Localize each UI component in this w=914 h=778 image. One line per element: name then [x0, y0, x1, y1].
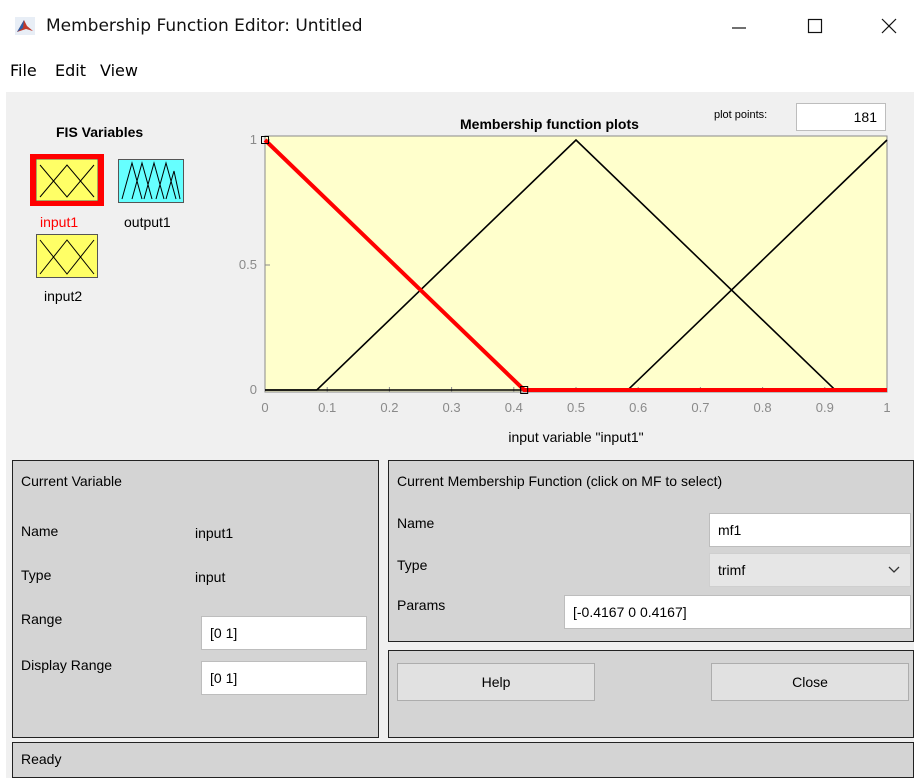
status-panel: Ready	[12, 742, 914, 778]
variable-icon-output1[interactable]	[118, 159, 184, 203]
current-variable-panel: Current Variable Name input1 Type input …	[12, 460, 379, 738]
mf-name-label: Name	[397, 515, 435, 531]
close-window-button[interactable]	[866, 8, 912, 44]
y-tick-label: 1	[250, 132, 257, 147]
x-tick-label: 0.4	[505, 400, 523, 415]
x-tick-label: 0.3	[443, 400, 461, 415]
x-tick-label: 0.2	[380, 400, 398, 415]
editor-client-area: FIS Variables input1 output1 input2 Memb…	[6, 92, 914, 778]
menu-edit[interactable]: Edit	[55, 61, 86, 80]
chevron-down-icon	[888, 566, 900, 573]
plot-title: Membership function plots	[460, 116, 639, 132]
variable-label-input2[interactable]: input2	[44, 288, 82, 304]
menu-view[interactable]: View	[100, 61, 138, 80]
plot-points-input[interactable]: 181	[796, 103, 886, 131]
range-label: Range	[21, 611, 63, 627]
variable-label-output1[interactable]: output1	[124, 214, 171, 230]
window-title: Membership Function Editor: Untitled	[46, 16, 363, 36]
mf-label-mf2[interactable]: mf2	[564, 132, 588, 133]
mf-params-input[interactable]: [-0.4167 0 0.4167]	[564, 595, 911, 629]
type-label: Type	[21, 567, 52, 583]
variable-name-value: input1	[195, 525, 234, 541]
x-tick-label: 0.6	[629, 400, 647, 415]
minimize-icon	[732, 27, 746, 29]
mf-type-select[interactable]: trimf	[709, 553, 911, 587]
variable-type-value: input	[195, 569, 226, 585]
fis-variables-heading: FIS Variables	[56, 124, 144, 140]
input-mf-icon	[36, 159, 98, 201]
variable-icon-input1[interactable]	[30, 154, 104, 206]
display-range-input[interactable]: [0 1]	[201, 661, 367, 695]
x-tick-label: 0.9	[816, 400, 834, 415]
variable-label-input1[interactable]: input1	[40, 214, 78, 230]
variable-icon-input2[interactable]	[36, 234, 98, 278]
input-mf-icon	[36, 234, 98, 278]
output-mf-icon	[118, 159, 184, 203]
maximize-icon	[807, 18, 823, 34]
mf-type-value: trimf	[718, 562, 746, 578]
menu-file[interactable]: File	[10, 61, 37, 80]
current-mf-heading: Current Membership Function (click on MF…	[397, 473, 723, 489]
close-icon	[881, 18, 897, 34]
x-tick-label: 1	[883, 400, 890, 415]
maximize-button[interactable]	[792, 8, 838, 44]
x-tick-label: 0.1	[318, 400, 336, 415]
display-range-label: Display Range	[21, 657, 113, 673]
mf-type-label: Type	[397, 557, 428, 573]
mf-params-label: Params	[397, 597, 446, 613]
x-tick-label: 0.5	[567, 400, 585, 415]
name-label: Name	[21, 523, 59, 539]
plot-points-label: plot points:	[714, 109, 768, 121]
membership-function-chart[interactable]: 0 0.1 0.2 0.3 0.4 0.5 0.6 0.7 0.8 0.9 1 0 0.5 1 mf2 mf…	[236, 132, 906, 452]
x-axis-label: input variable "input1"	[508, 429, 643, 445]
y-tick-label: 0.5	[239, 257, 257, 272]
minimize-button[interactable]	[716, 8, 762, 44]
mf-label-mf1[interactable]: mf1	[267, 132, 292, 133]
help-button[interactable]: Help	[397, 663, 595, 701]
buttons-panel: Help Close	[388, 650, 914, 738]
mf-name-input[interactable]: mf1	[709, 513, 911, 547]
mf-label-mf3[interactable]: mf3	[860, 132, 884, 133]
title-bar: Membership Function Editor: Untitled	[0, 0, 914, 52]
x-tick-label: 0.7	[691, 400, 709, 415]
plot-area	[264, 135, 888, 393]
current-mf-panel: Current Membership Function (click on MF…	[388, 460, 914, 642]
y-tick-label: 0	[250, 382, 257, 397]
x-tick-label: 0	[261, 400, 268, 415]
x-tick-label: 0.8	[754, 400, 772, 415]
status-text: Ready	[21, 751, 62, 767]
current-variable-heading: Current Variable	[21, 473, 122, 489]
matlab-logo-icon	[15, 17, 35, 35]
close-button[interactable]: Close	[711, 663, 909, 701]
range-input[interactable]: [0 1]	[201, 616, 367, 650]
menu-bar: File Edit View	[0, 55, 914, 85]
